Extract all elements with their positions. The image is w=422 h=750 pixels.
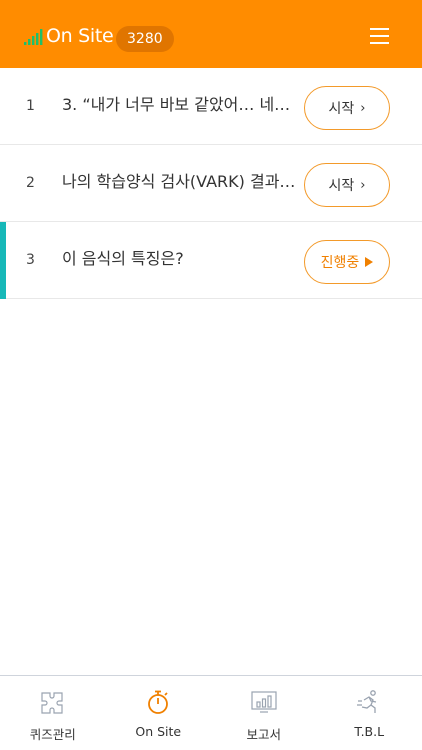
button-label: 시작 bbox=[328, 178, 355, 194]
button-label: 진행중 bbox=[320, 255, 360, 271]
chevron-right-icon: › bbox=[360, 100, 366, 116]
item-number: 1 bbox=[26, 98, 35, 114]
list-item[interactable]: 1 3. “내가 너무 바보 같았어… 네… 시작 › bbox=[0, 68, 422, 145]
nav-item-report[interactable]: 보고서 bbox=[211, 676, 317, 750]
in-progress-button[interactable]: 진행중 bbox=[304, 240, 390, 284]
nav-item-on-site[interactable]: On Site bbox=[106, 676, 212, 750]
nav-label: 보고서 bbox=[246, 727, 281, 742]
list-item-active[interactable]: 3 이 음식의 특징은? 진행중 bbox=[0, 222, 422, 299]
start-button[interactable]: 시작 › bbox=[304, 86, 390, 130]
hamburger-menu-icon[interactable] bbox=[370, 28, 390, 44]
puzzle-icon bbox=[41, 692, 63, 714]
nav-item-tbl[interactable]: T.B.L bbox=[317, 676, 422, 750]
list-item[interactable]: 2 나의 학습양식 검사(VARK) 결과는? 시작 › bbox=[0, 145, 422, 222]
item-number: 3 bbox=[26, 252, 35, 268]
play-icon bbox=[365, 257, 374, 267]
item-number: 2 bbox=[26, 175, 35, 191]
count-badge: 3280 bbox=[116, 26, 174, 52]
nav-label: 퀴즈관리 bbox=[29, 727, 76, 742]
button-label: 시작 bbox=[328, 101, 355, 117]
item-title: 3. “내가 너무 바보 같았어… 네… bbox=[62, 95, 291, 114]
nav-label: T.B.L bbox=[354, 724, 385, 739]
quiz-list: 1 3. “내가 너무 바보 같았어… 네… 시작 › 2 나의 학습양식 검사… bbox=[0, 68, 422, 299]
report-chart-icon bbox=[251, 691, 277, 713]
chevron-right-icon: › bbox=[360, 177, 366, 193]
nav-item-quiz-manage[interactable]: 퀴즈관리 bbox=[0, 676, 106, 750]
item-title: 이 음식의 특징은? bbox=[62, 249, 184, 268]
start-button[interactable]: 시작 › bbox=[304, 163, 390, 207]
bottom-nav: 퀴즈관리 On Site 보고서 T.B.L bbox=[0, 675, 422, 750]
app-header: On Site 3280 bbox=[0, 0, 422, 68]
page-title: On Site bbox=[46, 25, 114, 47]
runner-icon bbox=[357, 690, 377, 713]
item-title: 나의 학습양식 검사(VARK) 결과는? bbox=[62, 172, 298, 191]
signal-icon bbox=[24, 29, 43, 45]
nav-label: On Site bbox=[135, 724, 182, 739]
stopwatch-icon bbox=[148, 690, 169, 714]
